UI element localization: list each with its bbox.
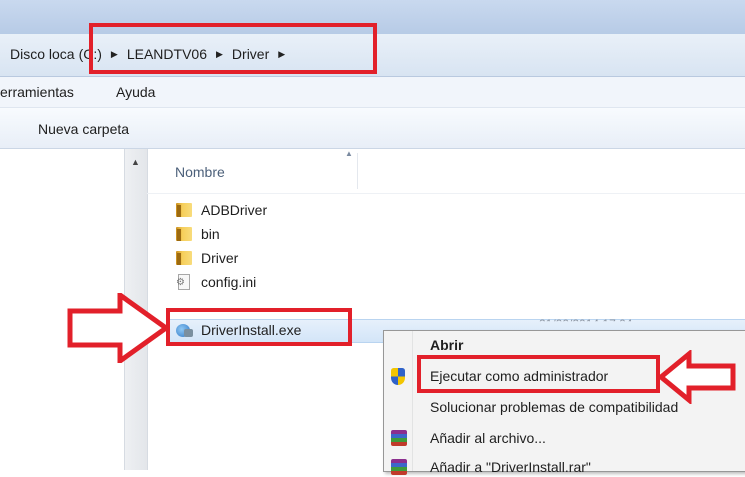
column-header-name[interactable]: Nombre <box>175 164 225 180</box>
context-menu-open[interactable]: Abrir <box>430 337 463 353</box>
folder-icon <box>175 226 193 242</box>
context-menu-add-to-rar[interactable]: Añadir a "DriverInstall.rar" <box>430 459 591 475</box>
file-name: config.ini <box>201 274 257 290</box>
context-menu-icon-gutter <box>412 331 413 471</box>
annotation-arrow-right-icon <box>67 293 170 363</box>
file-name: ADBDriver <box>201 202 268 218</box>
winrar-icon <box>388 430 408 448</box>
column-divider[interactable] <box>357 153 358 189</box>
folder-icon <box>175 202 193 218</box>
annotation-box-run-as-admin <box>417 355 660 393</box>
menu-herramientas[interactable]: erramientas <box>0 84 74 100</box>
menu-bar: erramientas Ayuda <box>0 77 745 108</box>
file-name: bin <box>201 226 220 242</box>
new-folder-button[interactable]: Nueva carpeta <box>38 121 129 137</box>
file-row-bin[interactable]: bin <box>175 223 220 245</box>
sort-ascending-icon: ▲ <box>345 149 353 158</box>
file-name: Driver <box>201 250 239 266</box>
ini-file-icon <box>175 274 193 290</box>
file-row-adbdriver[interactable]: ADBDriver <box>175 199 267 221</box>
folder-icon <box>175 250 193 266</box>
scroll-up-arrow-icon[interactable]: ▲ <box>131 157 140 167</box>
context-menu-troubleshoot-compatibility[interactable]: Solucionar problemas de compatibilidad <box>430 399 678 415</box>
winrar-icon <box>388 459 408 477</box>
menu-ayuda[interactable]: Ayuda <box>116 84 155 100</box>
file-row-config-ini[interactable]: config.ini <box>175 271 256 293</box>
breadcrumb-disk-label[interactable]: Disco loca <box>8 46 77 62</box>
column-header-row: Nombre ▲ <box>147 149 745 194</box>
annotation-arrow-left-icon <box>657 350 736 404</box>
uac-shield-icon <box>388 368 408 386</box>
file-row-driver[interactable]: Driver <box>175 247 238 269</box>
command-toolbar: Nueva carpeta <box>0 108 745 149</box>
context-menu-add-to-archive[interactable]: Añadir al archivo... <box>430 430 546 446</box>
annotation-box-address <box>89 23 377 74</box>
annotation-box-exe <box>166 308 352 346</box>
